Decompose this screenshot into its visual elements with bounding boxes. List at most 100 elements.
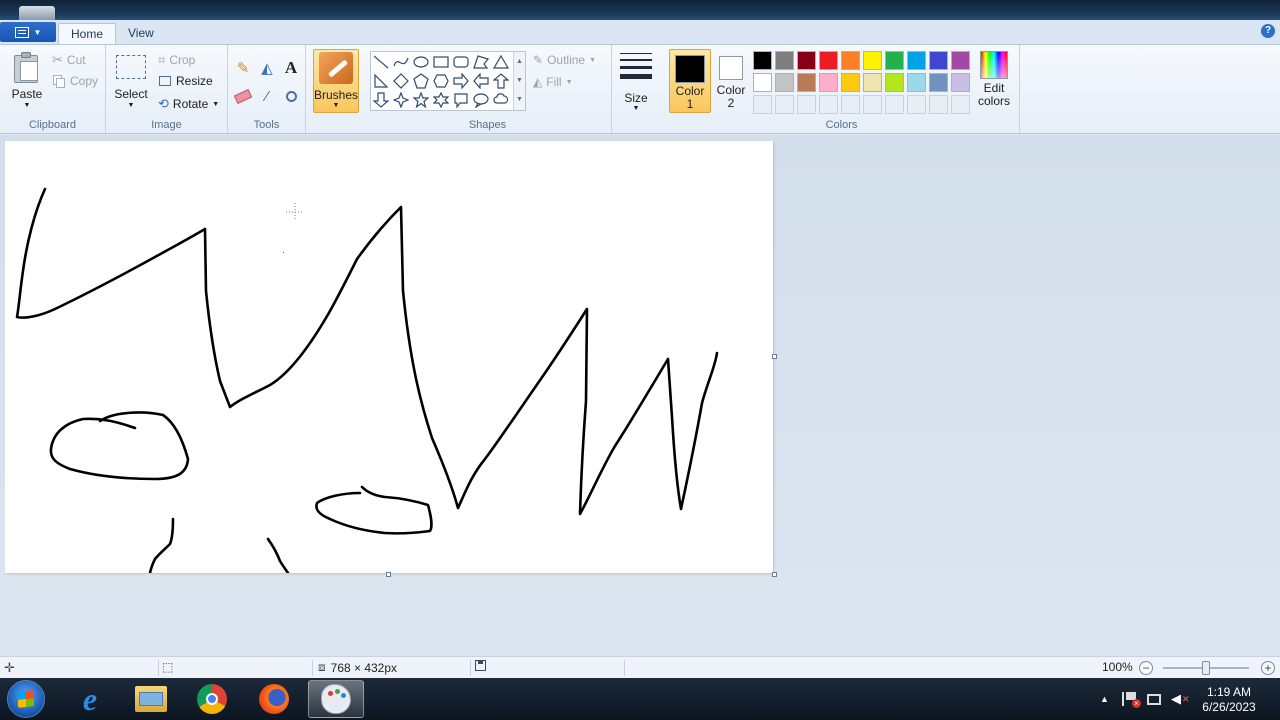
firefox-button[interactable]: [246, 680, 302, 718]
palette-color-swatch[interactable]: [819, 73, 838, 92]
palette-color-swatch[interactable]: [863, 51, 882, 70]
triangle-shape-icon[interactable]: [492, 53, 510, 71]
internet-explorer-button[interactable]: e: [62, 680, 118, 718]
paste-button[interactable]: Paste ▼: [8, 51, 46, 109]
palette-custom-swatch[interactable]: [907, 95, 926, 114]
palette-color-swatch[interactable]: [819, 51, 838, 70]
zoom-out-button[interactable]: −: [1139, 661, 1153, 675]
rounded-rectangle-shape-icon[interactable]: [452, 53, 470, 71]
paint-taskbar-button[interactable]: [308, 680, 364, 718]
polygon-shape-icon[interactable]: [472, 53, 490, 71]
palette-color-swatch[interactable]: [951, 51, 970, 70]
up-arrow-shape-icon[interactable]: [492, 72, 510, 90]
line-shape-icon[interactable]: [372, 53, 390, 71]
palette-color-swatch[interactable]: [753, 73, 772, 92]
color-picker-icon[interactable]: ⁄: [256, 85, 278, 107]
outline-button[interactable]: ✎ Outline ▼: [533, 53, 596, 67]
palette-custom-swatch[interactable]: [885, 95, 904, 114]
edit-colors-button[interactable]: Edit colors: [976, 49, 1012, 108]
scroll-down-icon[interactable]: ▼: [514, 71, 525, 90]
resize-handle-bottom[interactable]: [386, 572, 391, 577]
expand-gallery-icon[interactable]: ▼: [514, 90, 525, 109]
fill-button[interactable]: ◭ Fill ▼: [533, 75, 573, 89]
magnifier-icon[interactable]: [280, 85, 302, 107]
volume-muted-icon[interactable]: ◀ ✕: [1171, 678, 1190, 720]
hexagon-shape-icon[interactable]: [432, 72, 450, 90]
copy-button[interactable]: Copy: [52, 74, 98, 88]
brushes-button[interactable]: Brushes ▼: [313, 49, 359, 113]
curve-shape-icon[interactable]: [392, 53, 410, 71]
start-button[interactable]: [7, 680, 45, 718]
chrome-button[interactable]: [184, 680, 240, 718]
palette-custom-swatch[interactable]: [797, 95, 816, 114]
palette-color-swatch[interactable]: [775, 73, 794, 92]
rectangle-shape-icon[interactable]: [432, 53, 450, 71]
palette-custom-swatch[interactable]: [929, 95, 948, 114]
drawing-canvas[interactable]: [5, 141, 773, 575]
four-point-star-icon[interactable]: [392, 91, 410, 109]
palette-color-swatch[interactable]: [951, 73, 970, 92]
resize-button[interactable]: Resize: [158, 74, 213, 88]
palette-color-swatch[interactable]: [907, 51, 926, 70]
pentagon-shape-icon[interactable]: [412, 72, 430, 90]
crop-button[interactable]: ⌗ Crop: [158, 52, 195, 68]
chrome-icon: [197, 684, 227, 714]
color2-button[interactable]: Color 2: [712, 49, 750, 113]
rounded-callout-icon[interactable]: [452, 91, 470, 109]
palette-color-swatch[interactable]: [775, 51, 794, 70]
palette-custom-swatch[interactable]: [841, 95, 860, 114]
palette-color-swatch[interactable]: [863, 73, 882, 92]
scroll-up-icon[interactable]: ▲: [514, 52, 525, 71]
shapes-scrollbar[interactable]: ▲ ▼ ▼: [513, 52, 525, 110]
tab-view[interactable]: View: [116, 23, 166, 44]
palette-color-swatch[interactable]: [841, 51, 860, 70]
select-button[interactable]: Select ▼: [114, 55, 148, 109]
cloud-callout-icon[interactable]: [492, 91, 510, 109]
size-button[interactable]: Size ▼: [618, 51, 654, 112]
clock[interactable]: 1:19 AM 6/26/2023: [1196, 685, 1262, 715]
palette-custom-swatch[interactable]: [951, 95, 970, 114]
resize-handle-corner[interactable]: [772, 572, 777, 577]
show-hidden-icons-button[interactable]: ▲: [1100, 678, 1109, 720]
palette-custom-swatch[interactable]: [819, 95, 838, 114]
paint-menu-button[interactable]: ▼: [0, 22, 56, 42]
right-arrow-shape-icon[interactable]: [452, 72, 470, 90]
six-point-star-icon[interactable]: [432, 91, 450, 109]
oval-callout-icon[interactable]: [472, 91, 490, 109]
diamond-shape-icon[interactable]: [392, 72, 410, 90]
palette-color-swatch[interactable]: [753, 51, 772, 70]
palette-color-swatch[interactable]: [885, 51, 904, 70]
action-center-icon[interactable]: ×: [1122, 678, 1141, 720]
palette-color-swatch[interactable]: [841, 73, 860, 92]
cut-button[interactable]: ✂ Cut: [52, 52, 86, 68]
file-explorer-button[interactable]: [123, 680, 179, 718]
down-arrow-shape-icon[interactable]: [372, 91, 390, 109]
network-icon[interactable]: [1147, 678, 1161, 720]
palette-color-swatch[interactable]: [885, 73, 904, 92]
palette-custom-swatch[interactable]: [863, 95, 882, 114]
palette-color-swatch[interactable]: [929, 73, 948, 92]
zoom-in-button[interactable]: +: [1261, 661, 1275, 675]
palette-color-swatch[interactable]: [907, 73, 926, 92]
five-point-star-icon[interactable]: [412, 91, 430, 109]
palette-custom-swatch[interactable]: [753, 95, 772, 114]
resize-handle-right[interactable]: [772, 354, 777, 359]
palette-color-swatch[interactable]: [929, 51, 948, 70]
oval-shape-icon[interactable]: [412, 53, 430, 71]
pencil-icon[interactable]: ✎: [232, 57, 254, 79]
text-tool-icon[interactable]: A: [280, 57, 302, 79]
tab-home[interactable]: Home: [58, 23, 117, 44]
file-size-icon: [475, 660, 486, 671]
eraser-icon[interactable]: [232, 85, 254, 107]
palette-color-swatch[interactable]: [797, 51, 816, 70]
help-icon[interactable]: ?: [1261, 24, 1275, 38]
status-bar: ✛ ⬚ ⧈ 768 × 432px 100% − +: [0, 656, 1280, 678]
right-triangle-shape-icon[interactable]: [372, 72, 390, 90]
rotate-button[interactable]: ⟲ Rotate ▼: [158, 96, 219, 112]
palette-custom-swatch[interactable]: [775, 95, 794, 114]
left-arrow-shape-icon[interactable]: [472, 72, 490, 90]
color1-button[interactable]: Color 1: [669, 49, 711, 113]
palette-color-swatch[interactable]: [797, 73, 816, 92]
fill-bucket-icon[interactable]: ◭: [256, 57, 278, 79]
zoom-slider-thumb[interactable]: [1202, 661, 1210, 675]
